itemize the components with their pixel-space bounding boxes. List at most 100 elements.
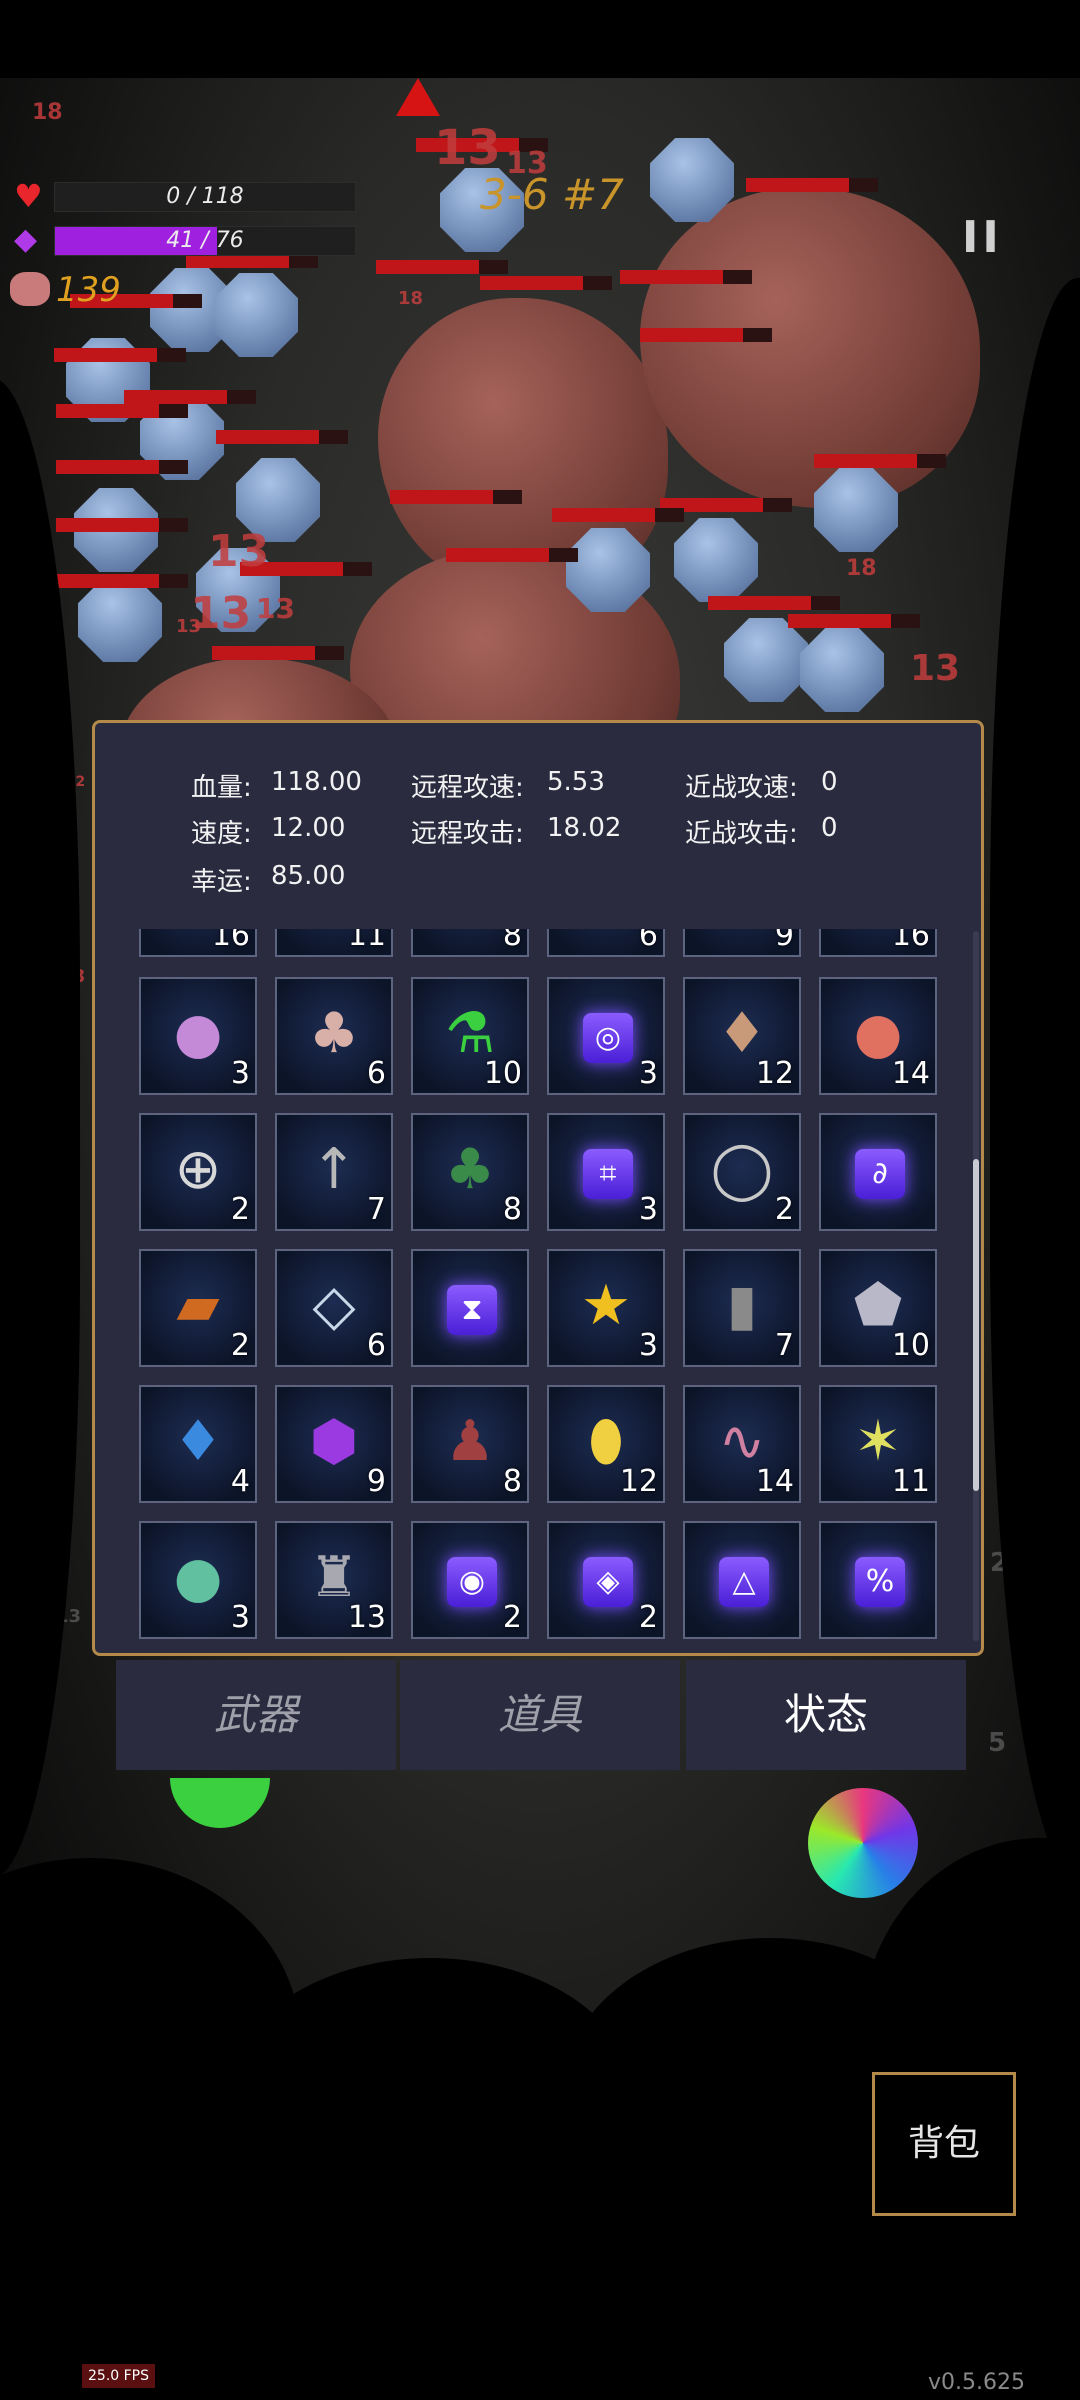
inventory-slot[interactable]: ◯ 2 <box>683 1113 801 1231</box>
item-count: 3 <box>638 1328 658 1363</box>
item-count: 12 <box>619 1464 658 1499</box>
stat-value: 5.53 <box>547 767 605 797</box>
inventory-slot[interactable]: ★ 3 <box>547 1249 665 1367</box>
item-count: 10 <box>483 1056 522 1091</box>
enemy-hp-bar <box>708 596 840 610</box>
pig-coin-icon <box>10 272 50 306</box>
inventory-slot[interactable]: ⊕ 2 <box>139 1113 257 1231</box>
inventory-grid[interactable]: 16 11 8 6 9 16 ● 3 ♣ 6 ⚗ 10 ◎ 3 ♦ 12 ● 14 ⊕ 2 ↑ 7 ♣ 8 ⌗ 3 ◯ 2 ∂ ▰ 2 ◇ 6 ⧗… <box>139 929 939 1643</box>
item-count: 16 <box>891 929 930 953</box>
item-count: 2 <box>638 1600 658 1635</box>
mana-crystal-icon: ◆ <box>14 222 38 257</box>
inventory-slot[interactable]: ♣ 6 <box>275 977 393 1095</box>
inventory-slot[interactable]: ● 14 <box>819 977 937 1095</box>
stat-value: 0 <box>821 813 838 843</box>
rune-grid-icon: ⌗ <box>583 1149 633 1199</box>
enemy <box>800 628 884 712</box>
inventory-slot[interactable]: ♜ 13 <box>275 1521 393 1639</box>
mana-text: 41 / 76 <box>166 228 244 253</box>
stat-label: 远程攻击: <box>411 819 524 849</box>
item-count: 8 <box>502 1464 522 1499</box>
item-count: 3 <box>230 1056 250 1091</box>
inventory-slot[interactable]: ♣ 8 <box>411 1113 529 1231</box>
inventory-slot[interactable]: ♦ 4 <box>139 1385 257 1503</box>
inventory-slot[interactable]: ⧗ <box>411 1249 529 1367</box>
damage-number: 13 <box>910 648 961 689</box>
enemy-hp-bar <box>56 404 188 418</box>
enemy <box>674 518 758 602</box>
tab-weapons[interactable]: 武器 <box>116 1660 396 1770</box>
hp-bar: 0 / 118 <box>54 182 356 212</box>
inventory-slot[interactable]: ♟ 8 <box>411 1385 529 1503</box>
inventory-slot[interactable]: ⬮ 12 <box>547 1385 665 1503</box>
item-count: 4 <box>230 1464 250 1499</box>
inventory-slot[interactable]: ↑ 7 <box>275 1113 393 1231</box>
item-count: 13 <box>347 1600 386 1635</box>
inventory-slot[interactable]: 16 <box>819 929 937 957</box>
inventory-slot[interactable]: 8 <box>411 929 529 957</box>
backpack-button[interactable]: 背包 <box>872 2072 1016 2216</box>
item-count: 3 <box>230 1600 250 1635</box>
inventory-slot[interactable]: ◎ 3 <box>547 977 665 1095</box>
inventory-slot[interactable]: ∿ 14 <box>683 1385 801 1503</box>
inventory-slot[interactable]: ▮ 7 <box>683 1249 801 1367</box>
enemy-hp-bar <box>446 548 578 562</box>
inventory-slot[interactable]: ∂ <box>819 1113 937 1231</box>
damage-number: 5 <box>988 1728 1007 1758</box>
stat-label: 幸运: <box>191 867 252 897</box>
item-count: 14 <box>891 1056 930 1091</box>
item-count: 2 <box>774 1192 794 1227</box>
inventory-slot[interactable]: 6 <box>547 929 665 957</box>
stat-value: 18.02 <box>547 813 622 843</box>
inventory-slot[interactable]: ⬢ 9 <box>275 1385 393 1503</box>
item-count: 14 <box>755 1464 794 1499</box>
item-count: 12 <box>755 1056 794 1091</box>
status-panel: 血量: 118.00 远程攻速: 5.53 近战攻速: 0 速度: 12.00 … <box>92 720 984 1656</box>
item-count: 16 <box>211 929 250 953</box>
inventory-scrollbar[interactable] <box>973 931 979 1641</box>
inventory-slot[interactable]: ⚗ 10 <box>411 977 529 1095</box>
enemy <box>724 618 808 702</box>
inventory-slot[interactable]: ⬟ 10 <box>819 1249 937 1367</box>
inventory-slot[interactable]: ⌗ 3 <box>547 1113 665 1231</box>
item-count: 11 <box>891 1464 930 1499</box>
enemy-hp-bar <box>640 328 772 342</box>
item-count: 2 <box>230 1328 250 1363</box>
scrollbar-thumb[interactable] <box>973 1159 979 1491</box>
inventory-slot[interactable]: ◈ 2 <box>547 1521 665 1639</box>
tab-items[interactable]: 道具 <box>400 1660 680 1770</box>
inventory-slot[interactable]: ● 3 <box>139 1521 257 1639</box>
stat-label: 血量: <box>191 773 252 803</box>
inventory-slot[interactable]: ✶ 11 <box>819 1385 937 1503</box>
inventory-slot[interactable]: ◉ 2 <box>411 1521 529 1639</box>
inventory-slot[interactable]: ♦ 12 <box>683 977 801 1095</box>
inventory-slot[interactable]: 16 <box>139 929 257 957</box>
tab-status[interactable]: 状态 <box>686 1660 966 1770</box>
inventory-slot[interactable]: % <box>819 1521 937 1639</box>
inventory-slot[interactable]: ◇ 6 <box>275 1249 393 1367</box>
item-count: 6 <box>638 929 658 953</box>
item-count: 6 <box>366 1328 386 1363</box>
rainbow-orb <box>808 1788 918 1898</box>
rune-eye-icon: ◈ <box>583 1557 633 1607</box>
damage-number: 18 <box>846 556 877 581</box>
inventory-slot[interactable]: ▰ 2 <box>139 1249 257 1367</box>
inventory-slot[interactable]: △ <box>683 1521 801 1639</box>
hp-text: 0 / 118 <box>166 184 244 209</box>
stat-value: 118.00 <box>271 767 362 797</box>
inventory-slot[interactable]: 9 <box>683 929 801 957</box>
tree-silhouette <box>0 378 80 1878</box>
inventory-slot[interactable]: ● 3 <box>139 977 257 1095</box>
item-count: 2 <box>230 1192 250 1227</box>
green-orb <box>170 1778 270 1828</box>
pause-button[interactable]: II <box>962 212 1003 263</box>
enemy-hp-bar <box>56 518 188 532</box>
coin-count: 139 <box>56 270 121 310</box>
item-count: 7 <box>366 1192 386 1227</box>
inventory-slot[interactable]: 11 <box>275 929 393 957</box>
enemy-hp-bar <box>480 276 612 290</box>
rune-percent-icon: % <box>855 1557 905 1607</box>
rune-spiral-icon: ◎ <box>583 1013 633 1063</box>
item-count: 9 <box>774 929 794 953</box>
damage-number: 13 <box>176 616 202 637</box>
